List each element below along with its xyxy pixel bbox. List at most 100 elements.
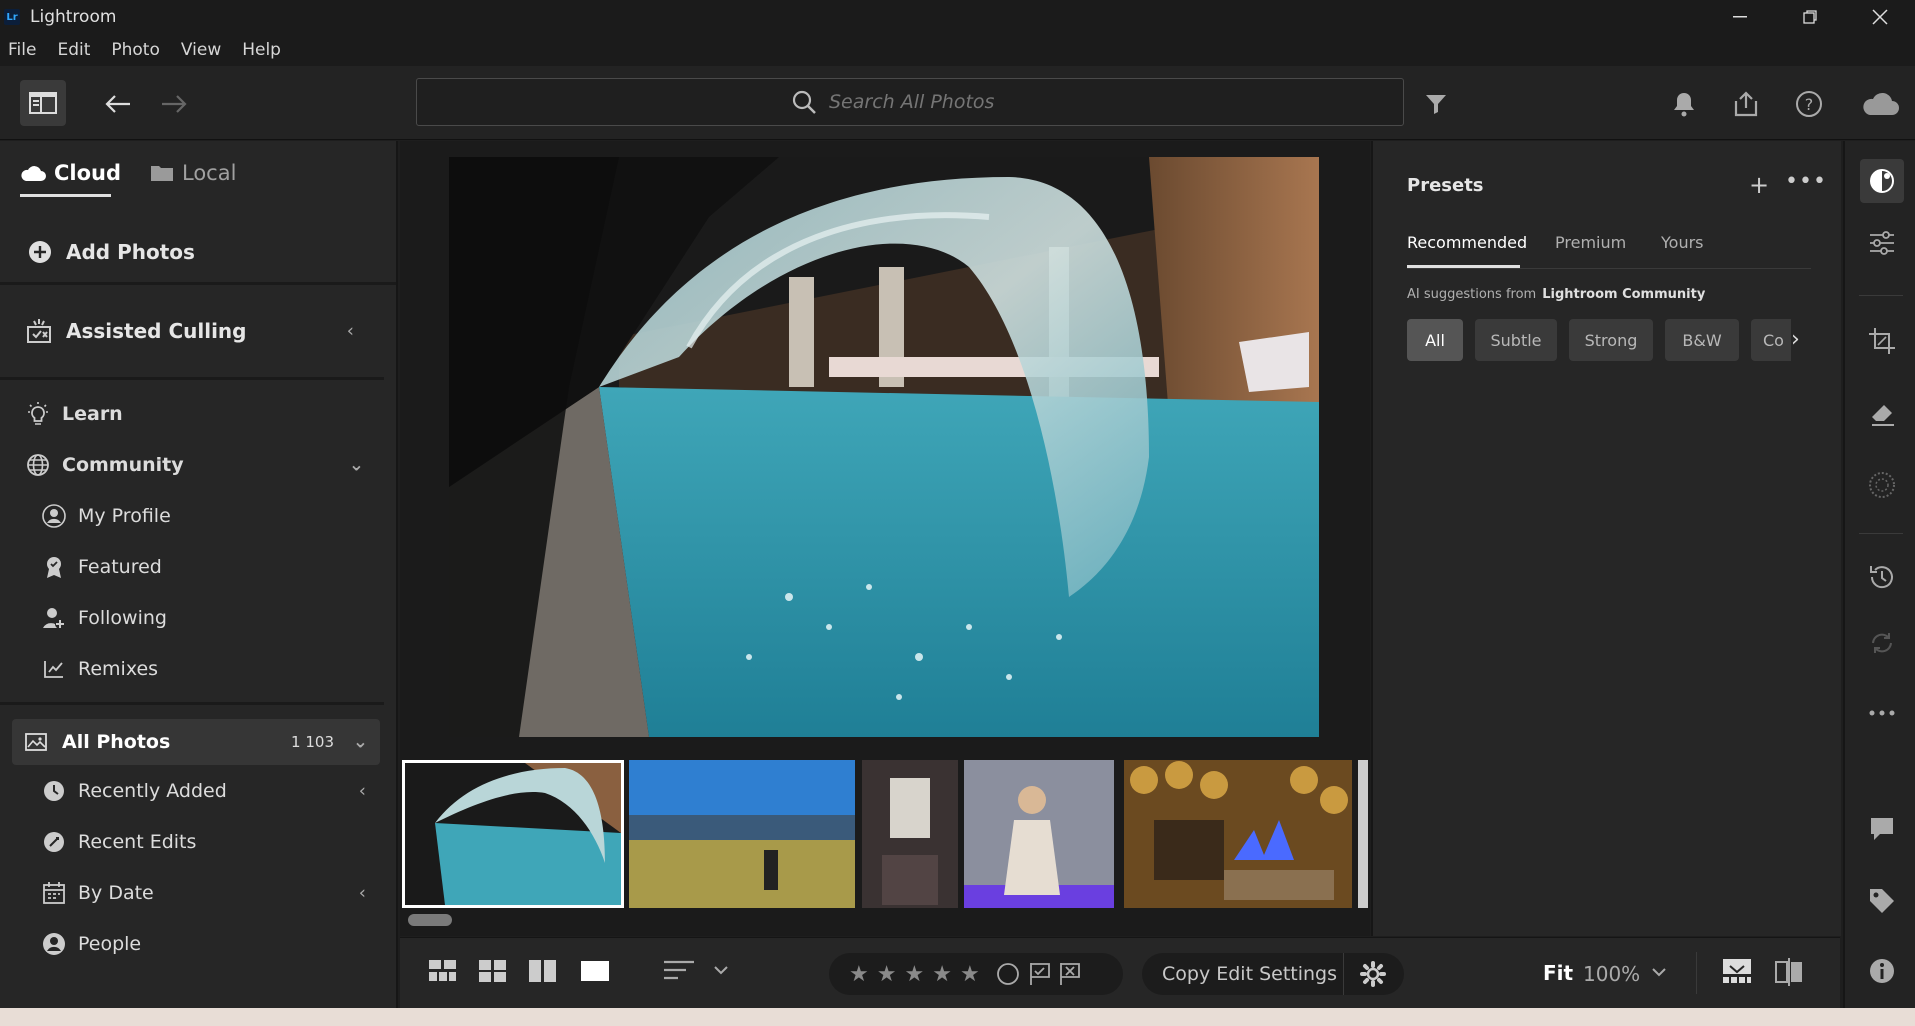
chip-strong[interactable]: Strong [1569,319,1653,361]
tab-cloud[interactable]: Cloud [20,161,122,197]
sidebar-item-recent-edits[interactable]: Recent Edits [0,816,396,867]
sidebar-item-my-profile[interactable]: My Profile [0,490,396,541]
edit-tool-button[interactable] [1860,221,1904,265]
star-icon[interactable]: ★ [849,962,869,987]
star-icon[interactable]: ★ [932,962,952,987]
fit-zoom-button[interactable]: Fit [1543,961,1573,985]
sidebar-item-people[interactable]: People [0,918,396,969]
chip-all[interactable]: All [1407,319,1463,361]
tab-premium[interactable]: Premium [1555,233,1626,252]
thumbnail-item[interactable] [1124,760,1352,908]
chip-bw[interactable]: B&W [1665,319,1739,361]
search-input[interactable] [829,91,1029,113]
main-photo[interactable] [449,157,1319,737]
versions-tool-button[interactable] [1860,621,1904,665]
star-icon[interactable]: ★ [877,962,897,987]
filmstrip-scrollbar[interactable] [408,914,452,926]
sidebar-item-following[interactable]: Following [0,592,396,643]
thumbnail-item[interactable] [629,760,855,908]
filter-button[interactable] [1420,88,1452,120]
presets-tool-button[interactable] [1860,159,1904,203]
detail-view-button[interactable] [580,958,610,984]
square-grid-view-button[interactable] [428,958,458,984]
minimize-button[interactable] [1705,0,1775,34]
sidebar-item-community[interactable]: Community ⌄ [0,439,396,490]
before-after-button[interactable] [1774,958,1804,986]
forward-button[interactable] [158,88,190,120]
help-button[interactable]: ? [1793,88,1825,120]
ai-suggestions-line: AI suggestions from Lightroom Community [1407,287,1705,302]
assisted-culling-item[interactable]: Assisted Culling ‹ [0,285,384,380]
chevron-right-icon[interactable]: › [1791,327,1800,352]
sidebar-item-recently-added[interactable]: Recently Added ‹ [0,765,396,816]
chevron-left-icon[interactable]: ‹ [359,882,366,903]
star-icon[interactable]: ★ [960,962,980,987]
back-button[interactable] [102,88,134,120]
menu-photo[interactable]: Photo [111,40,160,60]
menu-edit[interactable]: Edit [57,40,90,60]
share-button[interactable] [1730,88,1762,120]
tab-local[interactable]: Local [150,161,236,185]
chevron-left-icon[interactable]: ‹ [359,780,366,801]
arrow-right-icon [162,95,187,113]
reject-flag-icon[interactable] [1058,961,1084,987]
sidebar-item-all-photos[interactable]: All Photos 1 103 ⌄ [12,719,380,765]
title-bar: Lr Lightroom [0,0,1915,34]
all-photos-label: All Photos [62,731,171,753]
cloud-sync-button[interactable] [1858,88,1902,120]
tab-cloud-label: Cloud [54,161,122,185]
thumbnail-item[interactable] [1358,760,1368,908]
gear-icon[interactable] [1360,961,1386,987]
filmstrip-toggle-button[interactable] [1722,958,1752,984]
sidebar-item-remixes[interactable]: Remixes [0,643,396,694]
grid-view-button[interactable] [478,958,508,984]
globe-icon [27,453,49,476]
sidebar-item-by-date[interactable]: By Date ‹ [0,867,396,918]
chevron-down-icon[interactable]: ⌄ [353,732,368,753]
tab-yours[interactable]: Yours [1661,233,1704,252]
chevron-left-icon[interactable]: ‹ [347,321,354,342]
search-icon [792,90,816,114]
search-box[interactable] [416,78,1404,126]
menu-file[interactable]: File [8,40,36,60]
more-tools-button[interactable] [1860,691,1904,735]
add-photos-button[interactable]: Add Photos [0,221,396,285]
restore-button[interactable] [1775,0,1845,34]
sort-button[interactable] [662,958,696,984]
chip-subtle[interactable]: Subtle [1475,319,1557,361]
keywords-button[interactable] [1860,879,1904,923]
menu-view[interactable]: View [181,40,221,60]
heal-tool-button[interactable] [1860,391,1904,435]
sidebar-item-learn[interactable]: Learn [0,388,396,439]
sort-dropdown[interactable] [712,958,730,984]
comments-button[interactable] [1860,807,1904,851]
info-button[interactable] [1860,949,1904,993]
chevron-down-icon[interactable]: ⌄ [349,454,364,475]
ai-suggestions-source[interactable]: Lightroom Community [1542,287,1705,302]
close-button[interactable] [1845,0,1915,34]
more-options-icon[interactable]: ••• [1785,169,1827,194]
thumbnail-item[interactable] [964,760,1114,908]
copy-edit-settings-button[interactable]: Copy Edit Settings [1142,953,1344,995]
zoom-dropdown-chevron[interactable] [1650,965,1668,981]
add-preset-button[interactable]: + [1749,171,1769,199]
history-tool-button[interactable] [1860,555,1904,599]
star-icon[interactable]: ★ [904,962,924,987]
crop-tool-button[interactable] [1860,319,1904,363]
thumbnail-item[interactable] [402,760,624,908]
tab-recommended[interactable]: Recommended [1407,233,1527,268]
thumbnail-item[interactable] [862,760,958,908]
sidebar-item-featured[interactable]: Featured [0,541,396,592]
masking-tool-button[interactable] [1860,463,1904,507]
chip-color[interactable]: Co [1751,319,1791,361]
sync-icon [1872,633,1892,653]
zoom-level-dropdown[interactable]: 100% [1583,962,1640,986]
pick-flag-icon[interactable] [1028,961,1054,987]
copy-edit-group: Copy Edit Settings [1142,953,1404,995]
menu-help[interactable]: Help [242,40,281,60]
unflag-icon[interactable] [994,960,1022,988]
panel-toggle-button[interactable] [20,80,66,126]
compare-view-button[interactable] [528,958,558,984]
notifications-button[interactable] [1668,88,1700,120]
filmstrip [400,756,1370,912]
